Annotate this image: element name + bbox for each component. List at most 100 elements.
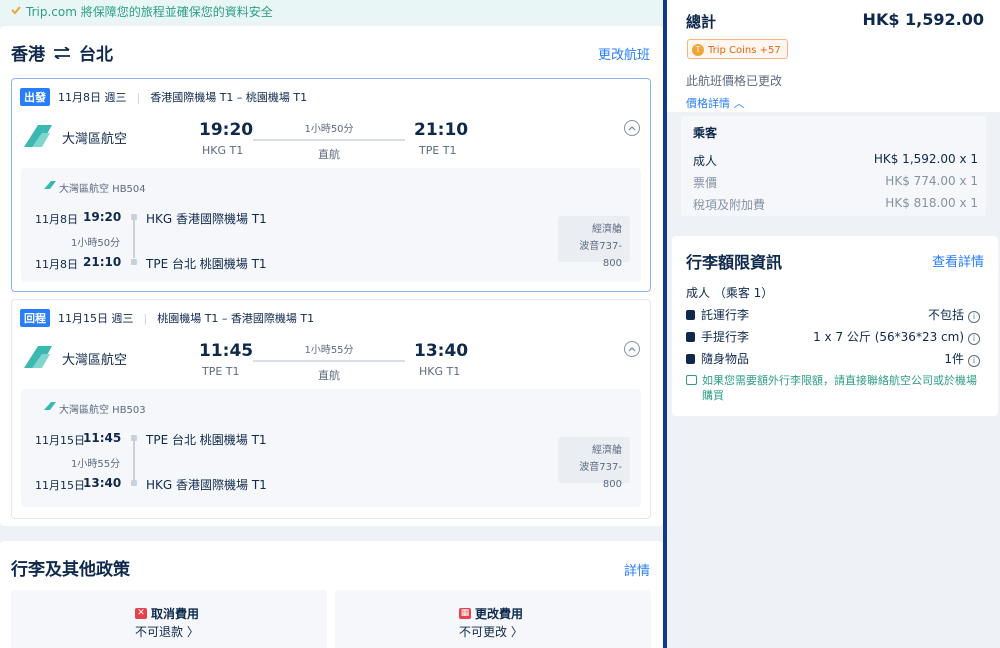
- return-detail-dep-time: 11:45: [83, 431, 122, 445]
- outbound-detail-arr-time: 21:10: [83, 255, 122, 269]
- carry-on-value: 1 x 7 公斤 (56*36*23 cm): [813, 330, 964, 344]
- outbound-detail-duration: 1小時50分: [71, 238, 121, 249]
- outbound-detail-arr-date: 11月8日: [35, 258, 78, 271]
- outbound-detail-arr-port: TPE 台北 桃園機場 T1: [146, 257, 267, 271]
- return-detail-duration: 1小時55分: [71, 459, 121, 470]
- banner-text: Trip.com 將保障您的旅程並確保您的資料安全: [26, 4, 273, 19]
- personal-item-label: 隨身物品: [701, 352, 750, 366]
- total-label: 總計: [686, 13, 717, 31]
- change-fee-box[interactable]: ▦ 更改費用 不可更改 〉: [335, 590, 651, 648]
- return-arr-airport: HKG T1: [419, 365, 461, 378]
- adult-row: 成人 HK$ 1,592.00 x 1: [693, 152, 978, 169]
- carry-on-row: 手提行李 1 x 7 公斤 (56*36*23 cm) i: [686, 328, 980, 345]
- return-route-text: 桃園機場 T1 – 香港國際機場 T1: [157, 312, 315, 325]
- baggage-details-link[interactable]: 查看詳情: [932, 251, 984, 270]
- return-duration: 1小時55分: [304, 345, 354, 356]
- cancel-fee-header: ✕ 取消費用: [135, 605, 199, 622]
- return-flight-number: 大灣區航空 HB503: [59, 405, 146, 416]
- outbound-detail-dep-time: 19:20: [83, 210, 122, 224]
- change-fee-value: 不可更改 〉: [459, 625, 523, 639]
- return-route-line: [253, 360, 405, 362]
- return-airline: 大灣區航空: [62, 353, 128, 368]
- bag-icon: [686, 331, 695, 342]
- tax-label: 稅項及附加費: [693, 198, 766, 212]
- passenger-breakdown: 乘客 成人 HK$ 1,592.00 x 1 票價 HK$ 774.00 x 1…: [681, 116, 986, 216]
- return-date: 11月15日 週三: [58, 312, 134, 325]
- baggage-title: 行李額限資訊: [686, 253, 783, 272]
- lock-bag-icon: [686, 353, 695, 364]
- outbound-detail-dep-port: HKG 香港國際機場 T1: [146, 212, 267, 226]
- policy-details-link[interactable]: 詳情: [624, 560, 650, 579]
- shield-check-icon: [11, 6, 21, 15]
- baggage-note-text: 如果您需要額外行李限額，請直接聯絡航空公司或於機場購買: [702, 374, 977, 402]
- adult-label: 成人: [693, 154, 718, 168]
- collapse-toggle-icon[interactable]: [624, 341, 640, 357]
- outbound-arr-time: 21:10: [414, 120, 469, 140]
- outbound-aircraft: 波音737-800: [579, 241, 622, 269]
- trip-coins-text: Trip Coins +57: [708, 44, 781, 56]
- return-dep-airport: TPE T1: [202, 365, 240, 378]
- outbound-date: 11月8日 週三: [58, 91, 127, 104]
- personal-item-row: 隨身物品 1件 i: [686, 350, 980, 367]
- info-icon[interactable]: i: [968, 311, 980, 323]
- cancel-fee-box[interactable]: ✕ 取消費用 不可退款 〉: [11, 590, 327, 648]
- fare-row: 票價 HK$ 774.00 x 1: [693, 174, 978, 191]
- outbound-dep-airport: HKG T1: [202, 144, 244, 157]
- return-arr-time: 13:40: [414, 341, 469, 361]
- itinerary-card: 香港 台北 更改航班 出發 11月8日 週三 | 香港國際機場 T1 – 桃園機…: [0, 26, 663, 526]
- fare-value: HK$ 774.00 x 1: [885, 174, 978, 188]
- policy-title: 行李及其他政策: [11, 560, 130, 580]
- price-summary: 總計 HK$ 1,592.00 T Trip Coins +57 此航班價格已更…: [667, 0, 1000, 112]
- airline-small-logo-icon: [44, 402, 56, 410]
- baggage-note: 如果您需要額外行李限額，請直接聯絡航空公司或於機場購買: [686, 373, 986, 403]
- cancel-fee-value: 不可退款 〉: [135, 625, 199, 639]
- price-changed-notice: 此航班價格已更改: [686, 74, 783, 88]
- return-aircraft: 波音737-800: [579, 462, 622, 490]
- outbound-cabin-info: 經濟艙 波音737-800: [558, 216, 630, 269]
- change-fee-title: 更改費用: [475, 607, 524, 621]
- return-stop-type: 直航: [318, 369, 340, 382]
- outbound-flight-number: 大灣區航空 HB504: [59, 184, 146, 195]
- carry-on-label: 手提行李: [701, 330, 750, 344]
- total-value: HK$ 1,592.00: [862, 10, 984, 29]
- change-flight-link[interactable]: 更改航班: [598, 44, 650, 63]
- outbound-cabin-class: 經濟艙: [592, 224, 622, 235]
- baggage-note-icon: [686, 375, 697, 385]
- calendar-icon: ▦: [459, 608, 471, 619]
- outbound-tag: 出發: [20, 88, 50, 106]
- cancel-icon: ✕: [135, 608, 147, 619]
- return-cabin-info: 經濟艙 波音737-800: [558, 437, 630, 490]
- return-cabin-class: 經濟艙: [592, 445, 622, 456]
- outbound-arr-airport: TPE T1: [419, 144, 457, 157]
- return-detail: 大灣區航空 HB503 11月15日 11:45 TPE 台北 桃園機場 T1 …: [21, 389, 641, 507]
- destination-city: 台北: [79, 45, 113, 65]
- outbound-detail-dep-date: 11月8日: [35, 213, 78, 226]
- outbound-detail: 大灣區航空 HB504 11月8日 19:20 HKG 香港國際機場 T1 1小…: [21, 168, 641, 282]
- security-banner: Trip.com 將保障您的旅程並確保您的資料安全: [0, 0, 663, 22]
- coin-icon: T: [692, 44, 704, 56]
- outbound-stop-type: 直航: [318, 148, 340, 161]
- price-details-toggle[interactable]: 價格詳情 ︿: [686, 95, 745, 111]
- return-dep-time: 11:45: [199, 341, 254, 361]
- checked-baggage-row: 託運行李 不包括 i: [686, 306, 980, 323]
- passenger-title: 乘客: [693, 126, 718, 140]
- return-detail-arr-date: 11月15日: [35, 479, 85, 492]
- outbound-segment: 出發 11月8日 週三 | 香港國際機場 T1 – 桃園機場 T1 大灣區航空 …: [11, 78, 651, 292]
- checked-baggage-value: 不包括: [927, 308, 964, 322]
- info-icon[interactable]: i: [968, 333, 980, 345]
- checked-baggage-label: 託運行李: [701, 308, 750, 322]
- swap-arrows-icon: [54, 46, 70, 59]
- route-title: 香港 台北: [11, 40, 113, 65]
- outbound-duration: 1小時50分: [304, 124, 354, 135]
- return-detail-arr-port: HKG 香港國際機場 T1: [146, 478, 267, 492]
- adult-value: HK$ 1,592.00 x 1: [873, 152, 978, 166]
- tax-row: 稅項及附加費 HK$ 818.00 x 1: [693, 196, 978, 213]
- baggage-passenger: 成人 （乘客 1）: [686, 286, 774, 300]
- return-detail-dep-date: 11月15日: [35, 434, 85, 447]
- info-icon[interactable]: i: [968, 355, 980, 367]
- baggage-card: 行李額限資訊 查看詳情 成人 （乘客 1） 託運行李 不包括 i 手提行李 1 x…: [672, 236, 998, 416]
- collapse-toggle-icon[interactable]: [624, 120, 640, 136]
- trip-coins-badge: T Trip Coins +57: [687, 39, 788, 59]
- return-tag: 回程: [20, 309, 50, 327]
- airline-logo-icon: [24, 125, 52, 147]
